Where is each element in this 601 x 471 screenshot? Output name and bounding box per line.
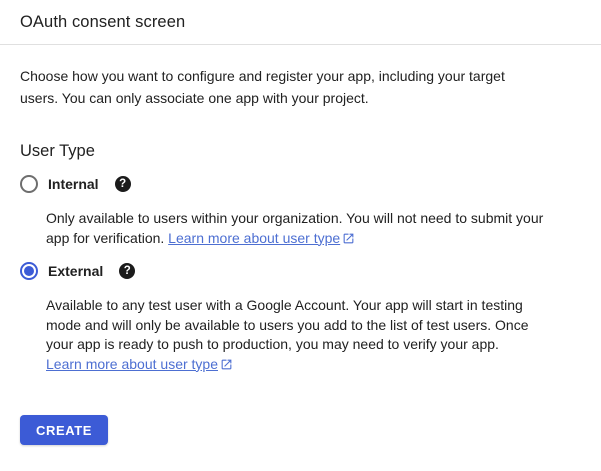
oauth-consent-page: OAuth consent screen Choose how you want… (0, 0, 601, 471)
help-icon-external[interactable]: ? (119, 263, 135, 279)
radio-label-external: External (48, 263, 103, 279)
user-type-option-external: External ? Available to any test user wi… (20, 262, 581, 374)
page-title: OAuth consent screen (20, 13, 581, 32)
external-link-icon (220, 358, 233, 371)
external-link-icon (342, 232, 355, 245)
help-icon-internal[interactable]: ? (115, 176, 131, 192)
user-type-option-internal: Internal ? Only available to users withi… (20, 175, 581, 248)
radio-row-internal[interactable]: Internal ? (20, 175, 581, 193)
learn-more-link-label: Learn more about user type (46, 356, 218, 372)
radio-row-external[interactable]: External ? (20, 262, 581, 280)
option-description-external: Available to any test user with a Google… (46, 296, 556, 374)
create-button[interactable]: CREATE (20, 415, 108, 445)
option-description-internal: Only available to users within your orga… (46, 209, 556, 248)
learn-more-link-internal[interactable]: Learn more about user type (168, 230, 355, 246)
intro-text: Choose how you want to configure and reg… (20, 65, 507, 109)
page-header: OAuth consent screen (0, 0, 601, 45)
learn-more-link-external[interactable]: Learn more about user type (46, 356, 233, 372)
radio-label-internal: Internal (48, 176, 99, 192)
content: Choose how you want to configure and reg… (0, 45, 601, 445)
radio-internal[interactable] (20, 175, 38, 193)
radio-external[interactable] (20, 262, 38, 280)
user-type-heading: User Type (20, 142, 581, 161)
learn-more-link-label: Learn more about user type (168, 230, 340, 246)
option-description-text-external: Available to any test user with a Google… (46, 297, 529, 352)
